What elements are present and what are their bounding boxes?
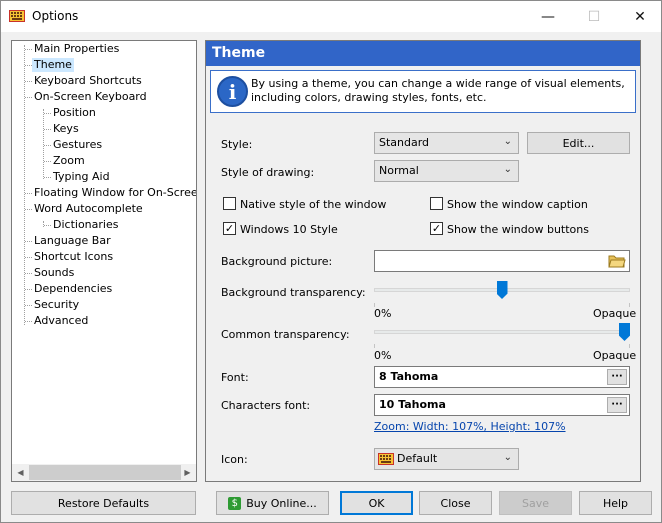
keyboard-icon (378, 453, 394, 465)
scroll-left-arrow-icon[interactable]: ◀ (12, 464, 29, 481)
theme-panel: Theme i By using a theme, you can change… (205, 40, 641, 482)
tree-item-on-screen-keyboard[interactable]: On-Screen Keyboard (32, 90, 149, 104)
font-label: Font: (221, 371, 249, 384)
chevron-down-icon: ⌄ (503, 164, 512, 175)
save-button[interactable]: Save (499, 491, 572, 515)
tree-item-position[interactable]: Position (51, 106, 98, 120)
tree-horizontal-scrollbar[interactable]: ◀ ▶ (12, 464, 196, 481)
close-window-button[interactable]: ✕ (617, 1, 662, 32)
style-select[interactable]: Standard ⌄ (374, 132, 519, 154)
info-text: By using a theme, you can change a wide … (251, 77, 625, 104)
tree-item-zoom[interactable]: Zoom (51, 154, 87, 168)
common-transparency-min-label: 0% (374, 349, 392, 362)
chevron-down-icon: ⌄ (503, 136, 512, 147)
native-style-label: Native style of the window (240, 198, 387, 211)
background-picture-field[interactable] (374, 250, 630, 272)
font-field[interactable]: 8 Tahoma ··· (374, 366, 630, 388)
style-label: Style: (221, 138, 253, 151)
keyboard-icon (9, 10, 25, 22)
common-transparency-slider-thumb[interactable] (619, 323, 630, 341)
font-browse-button[interactable]: ··· (607, 369, 627, 385)
folder-open-icon[interactable] (608, 253, 626, 269)
characters-font-field[interactable]: 10 Tahoma ··· (374, 394, 630, 416)
tree-item-dependencies[interactable]: Dependencies (32, 282, 114, 296)
common-transparency-max-label: Opaque (593, 349, 637, 362)
tree-connector (24, 45, 25, 325)
panel-header: Theme (206, 41, 640, 66)
help-button[interactable]: Help (579, 491, 652, 515)
common-transparency-label: Common transparency: (221, 328, 350, 341)
drawing-style-value: Normal (379, 164, 419, 177)
scrollbar-thumb[interactable] (29, 465, 181, 480)
tree-item-language-bar[interactable]: Language Bar (32, 234, 113, 248)
common-transparency-track[interactable] (374, 330, 630, 334)
tree-connector (43, 109, 44, 179)
tree-item-main-properties[interactable]: Main Properties (32, 42, 121, 56)
edit-style-button[interactable]: Edit... (527, 132, 630, 154)
characters-font-browse-button[interactable]: ··· (607, 397, 627, 413)
tree-item-sounds[interactable]: Sounds (32, 266, 76, 280)
bg-transparency-max-label: Opaque (593, 307, 637, 320)
tree-item-word-autocomplete[interactable]: Word Autocomplete (32, 202, 145, 216)
show-buttons-label: Show the window buttons (447, 223, 589, 236)
tree-item-shortcut-icons[interactable]: Shortcut Icons (32, 250, 115, 264)
info-box: i By using a theme, you can change a wid… (210, 70, 636, 113)
options-tree[interactable]: Main Properties Theme Keyboard Shortcuts… (11, 40, 197, 482)
tree-item-theme[interactable]: Theme (32, 58, 74, 72)
icon-label: Icon: (221, 453, 248, 466)
show-caption-label: Show the window caption (447, 198, 588, 211)
font-value: 8 Tahoma (379, 370, 439, 383)
characters-font-label: Characters font: (221, 399, 311, 412)
tree-item-gestures[interactable]: Gestures (51, 138, 104, 152)
show-caption-checkbox[interactable] (430, 197, 443, 210)
style-value: Standard (379, 136, 430, 149)
window-title: Options (32, 9, 79, 23)
scroll-right-arrow-icon[interactable]: ▶ (179, 464, 196, 481)
chevron-down-icon: ⌄ (503, 452, 512, 463)
tree-item-floating-window[interactable]: Floating Window for On-Screen Keyboard (32, 186, 196, 200)
tree-item-security[interactable]: Security (32, 298, 81, 312)
tree-connector (43, 221, 44, 227)
title-bar: Options — ☐ ✕ (1, 1, 661, 32)
tree-item-dictionaries[interactable]: Dictionaries (51, 218, 120, 232)
maximize-button[interactable]: ☐ (571, 1, 617, 32)
show-buttons-checkbox[interactable]: ✓ (430, 222, 443, 235)
ok-button[interactable]: OK (340, 491, 413, 515)
minimize-button[interactable]: — (525, 1, 571, 32)
zoom-link[interactable]: Zoom: Width: 107%, Height: 107% (374, 420, 566, 433)
background-picture-label: Background picture: (221, 255, 333, 268)
windows10-style-label: Windows 10 Style (240, 223, 338, 236)
characters-font-value: 10 Tahoma (379, 398, 446, 411)
bg-transparency-label: Background transparency: (221, 286, 366, 299)
icon-value: Default (397, 452, 438, 465)
tree-item-keys[interactable]: Keys (51, 122, 81, 136)
info-icon: i (217, 76, 248, 107)
buy-online-button[interactable]: $ Buy Online... (216, 491, 329, 515)
icon-select[interactable]: Default ⌄ (374, 448, 519, 470)
native-style-checkbox[interactable] (223, 197, 236, 210)
drawing-style-label: Style of drawing: (221, 166, 315, 179)
tree-item-advanced[interactable]: Advanced (32, 314, 90, 328)
tree-item-typing-aid[interactable]: Typing Aid (51, 170, 112, 184)
tree-item-keyboard-shortcuts[interactable]: Keyboard Shortcuts (32, 74, 144, 88)
restore-defaults-button[interactable]: Restore Defaults (11, 491, 196, 515)
cart-icon: $ (228, 496, 242, 510)
close-button[interactable]: Close (419, 491, 492, 515)
bg-transparency-min-label: 0% (374, 307, 392, 320)
windows10-style-checkbox[interactable]: ✓ (223, 222, 236, 235)
bg-transparency-slider-thumb[interactable] (496, 281, 508, 299)
drawing-style-select[interactable]: Normal ⌄ (374, 160, 519, 182)
